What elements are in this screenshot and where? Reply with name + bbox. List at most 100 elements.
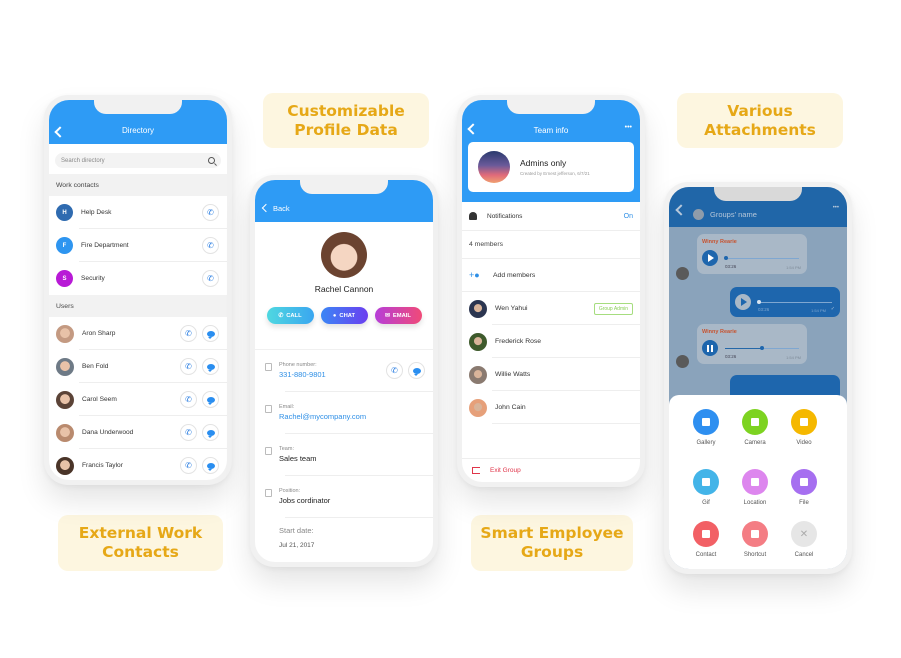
- attachment-gif[interactable]: Gif: [681, 469, 731, 506]
- call-button[interactable]: ✆: [180, 457, 197, 474]
- label-customizable-profile: Customizable Profile Data: [263, 93, 429, 148]
- chat-icon: [206, 462, 215, 471]
- gallery-icon: [702, 418, 710, 426]
- attachment-file[interactable]: File: [779, 469, 829, 506]
- attachment-cancel[interactable]: ✕ Cancel: [779, 521, 829, 558]
- play-icon: [741, 298, 747, 306]
- member-avatar: [469, 332, 487, 351]
- contact-row[interactable]: F Fire Department ✆: [49, 229, 227, 262]
- contact-button[interactable]: [693, 521, 719, 547]
- chat-button[interactable]: [202, 457, 219, 474]
- user-row[interactable]: Dana Underwood ✆: [49, 416, 227, 449]
- attachment-contact[interactable]: Contact: [681, 521, 731, 558]
- call-button[interactable]: ✆: [202, 237, 219, 254]
- field-value[interactable]: Rachel@mycompany.com: [279, 412, 425, 421]
- attachment-shortcut[interactable]: Shortcut: [730, 521, 780, 558]
- back-button[interactable]: Back: [261, 203, 290, 213]
- member-row[interactable]: Frederick Rose: [462, 325, 640, 358]
- audio-knob[interactable]: [760, 346, 764, 350]
- location-button[interactable]: [742, 469, 768, 495]
- group-avatar: [478, 151, 510, 183]
- profile-summary: Rachel Cannon ✆ CALL ● CHAT ✉ EMAIL: [255, 222, 433, 350]
- audio-knob[interactable]: [724, 256, 728, 260]
- member-row[interactable]: Wen Yahui Group Admin: [462, 292, 640, 325]
- chat-icon: [206, 396, 215, 405]
- mail-icon: ✉: [385, 312, 390, 319]
- play-button[interactable]: [735, 294, 751, 310]
- phone-team-info: Team info ••• Admins only Created by Ern…: [457, 95, 645, 487]
- phone-icon: ✆: [278, 312, 284, 319]
- exit-group-label: Exit Group: [490, 467, 521, 474]
- chat-label: CHAT: [339, 312, 356, 319]
- chat-button[interactable]: ● CHAT: [320, 307, 368, 324]
- search-icon[interactable]: [208, 157, 215, 164]
- user-row[interactable]: Francis Taylor ✆: [49, 449, 227, 480]
- bell-icon: [469, 212, 477, 220]
- user-row[interactable]: Ben Fold ✆: [49, 350, 227, 383]
- back-icon[interactable]: [54, 126, 66, 138]
- pause-icon: [707, 344, 713, 352]
- call-button[interactable]: ✆: [202, 204, 219, 221]
- audio-track[interactable]: [758, 302, 832, 303]
- search-input[interactable]: Search directory: [55, 153, 221, 168]
- file-button[interactable]: [791, 469, 817, 495]
- play-button[interactable]: [702, 250, 718, 266]
- call-button[interactable]: ✆ CALL: [266, 307, 314, 324]
- chat-button[interactable]: [202, 424, 219, 441]
- call-button[interactable]: ✆: [180, 391, 197, 408]
- audio-track[interactable]: [725, 258, 799, 259]
- attachment-video[interactable]: Video: [779, 409, 829, 446]
- close-icon: ✕: [799, 528, 809, 540]
- gif-button[interactable]: [693, 469, 719, 495]
- audio-duration: 03:26: [758, 307, 770, 312]
- directory-screen: Directory Search directory Work contacts…: [49, 100, 227, 480]
- pause-button[interactable]: [702, 340, 718, 356]
- call-button[interactable]: ✆: [180, 424, 197, 441]
- call-button[interactable]: ✆: [386, 362, 403, 379]
- contact-row[interactable]: S Security ✆: [49, 262, 227, 295]
- back-icon[interactable]: [675, 204, 687, 216]
- user-row[interactable]: Carol Seem ✆: [49, 383, 227, 416]
- chat-button[interactable]: [408, 362, 425, 379]
- back-icon[interactable]: [467, 123, 479, 135]
- camera-icon: [751, 418, 759, 426]
- member-avatar: [469, 365, 487, 384]
- email-button[interactable]: ✉ EMAIL: [374, 307, 422, 324]
- chat-button[interactable]: [202, 358, 219, 375]
- showcase: Customizable Profile Data Various Attach…: [0, 0, 901, 658]
- shortcut-button[interactable]: [742, 521, 768, 547]
- notifications-row[interactable]: Notifications On: [462, 202, 640, 231]
- more-icon[interactable]: •••: [833, 205, 839, 211]
- video-button[interactable]: [791, 409, 817, 435]
- chat-button[interactable]: [202, 391, 219, 408]
- camera-button[interactable]: [742, 409, 768, 435]
- chat-icon: [206, 363, 215, 372]
- phone-icon: ✆: [207, 240, 214, 250]
- exit-group-button[interactable]: Exit Group: [462, 458, 640, 482]
- contact-row[interactable]: H Help Desk ✆: [49, 196, 227, 229]
- chat-button[interactable]: [202, 325, 219, 342]
- attachment-location[interactable]: Location: [730, 469, 780, 506]
- more-icon[interactable]: •••: [625, 124, 632, 131]
- call-button[interactable]: ✆: [202, 270, 219, 287]
- attachment-gallery[interactable]: Gallery: [681, 409, 731, 446]
- call-button[interactable]: ✆: [180, 325, 197, 342]
- user-row[interactable]: Aron Sharp ✆: [49, 317, 227, 350]
- add-person-icon: +●: [469, 270, 480, 280]
- start-date-label: Start date:: [279, 526, 314, 535]
- gallery-button[interactable]: [693, 409, 719, 435]
- phone-icon: ✆: [207, 207, 214, 217]
- add-members-button[interactable]: +● Add members: [462, 259, 640, 292]
- cancel-button[interactable]: ✕: [791, 521, 817, 547]
- back-label: Back: [273, 203, 290, 213]
- notifications-toggle[interactable]: On: [624, 213, 633, 220]
- work-contacts-list: H Help Desk ✆ F Fire Department ✆ S Security ✆: [49, 196, 227, 295]
- shortcut-icon: [751, 530, 759, 538]
- member-row[interactable]: Willie Watts: [462, 358, 640, 391]
- member-row[interactable]: John Cain: [462, 391, 640, 424]
- attachment-camera[interactable]: Camera: [730, 409, 780, 446]
- attachment-label: Gif: [702, 500, 710, 506]
- audio-knob[interactable]: [757, 300, 761, 304]
- search-placeholder: Search directory: [61, 157, 105, 164]
- call-button[interactable]: ✆: [180, 358, 197, 375]
